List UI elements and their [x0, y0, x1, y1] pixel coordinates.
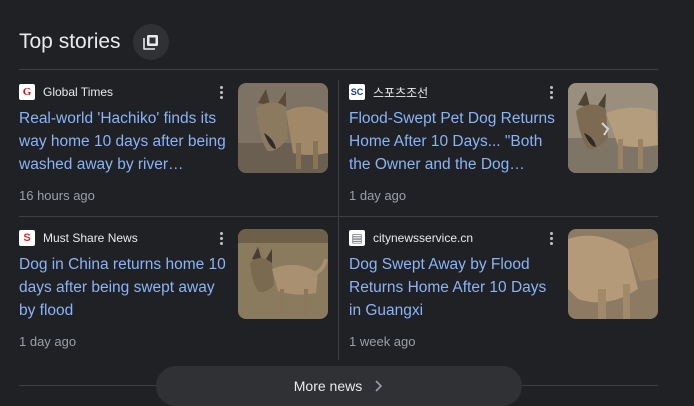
story-thumbnail[interactable]: [568, 83, 658, 173]
story-source: G Global Times: [19, 83, 113, 101]
story-card[interactable]: SC 스포츠조선 Flood-Swept Pet Dog Returns Hom…: [349, 73, 659, 205]
more-options-icon[interactable]: [215, 229, 227, 247]
chevron-right-icon: [374, 379, 384, 393]
story-headline[interactable]: Dog in China returns home 10 days after …: [19, 253, 231, 322]
story-source: ▤ citynewsservice.cn: [349, 229, 473, 247]
story-thumbnail[interactable]: [238, 83, 328, 173]
source-name: 스포츠조선: [373, 85, 429, 100]
top-stories-header: Top stories: [19, 24, 169, 60]
story-thumbnail[interactable]: [238, 229, 328, 319]
story-card[interactable]: G Global Times Real-world 'Hachiko' find…: [19, 73, 329, 205]
story-headline[interactable]: Dog Swept Away by Flood Returns Home Aft…: [349, 253, 561, 322]
section-title: Top stories: [19, 30, 121, 53]
story-thumbnail[interactable]: [568, 229, 658, 319]
divider: [19, 69, 658, 70]
top-stories-panel: Top stories G Global Times Real-world 'H…: [0, 0, 694, 406]
source-favicon-icon: G: [19, 84, 35, 100]
story-card[interactable]: ▤ citynewsservice.cn Dog Swept Away by F…: [349, 219, 659, 351]
story-source: SC 스포츠조선: [349, 83, 428, 101]
more-news-label: More news: [293, 378, 363, 394]
story-time: 1 week ago: [349, 334, 416, 349]
source-favicon-icon: S: [19, 230, 35, 246]
source-name: citynewsservice.cn: [373, 231, 474, 245]
story-time: 1 day ago: [19, 334, 77, 349]
more-options-icon[interactable]: [215, 83, 227, 101]
more-options-icon[interactable]: [545, 83, 557, 101]
more-options-icon[interactable]: [545, 229, 557, 247]
source-favicon-icon: SC: [349, 84, 365, 100]
story-source: S Must Share News: [19, 229, 138, 247]
source-name: Must Share News: [43, 231, 138, 245]
story-time: 16 hours ago: [19, 188, 95, 203]
story-headline[interactable]: Flood-Swept Pet Dog Returns Home After 1…: [349, 107, 561, 176]
story-time: 1 day ago: [349, 188, 407, 203]
more-news-button[interactable]: More news: [156, 366, 522, 406]
story-card[interactable]: S Must Share News Dog in China returns h…: [19, 219, 329, 351]
source-name: Global Times: [43, 85, 114, 99]
story-headline[interactable]: Real-world 'Hachiko' finds its way home …: [19, 107, 231, 176]
collections-icon[interactable]: [132, 24, 169, 60]
source-favicon-icon: ▤: [349, 230, 365, 246]
column-divider: [338, 80, 339, 360]
